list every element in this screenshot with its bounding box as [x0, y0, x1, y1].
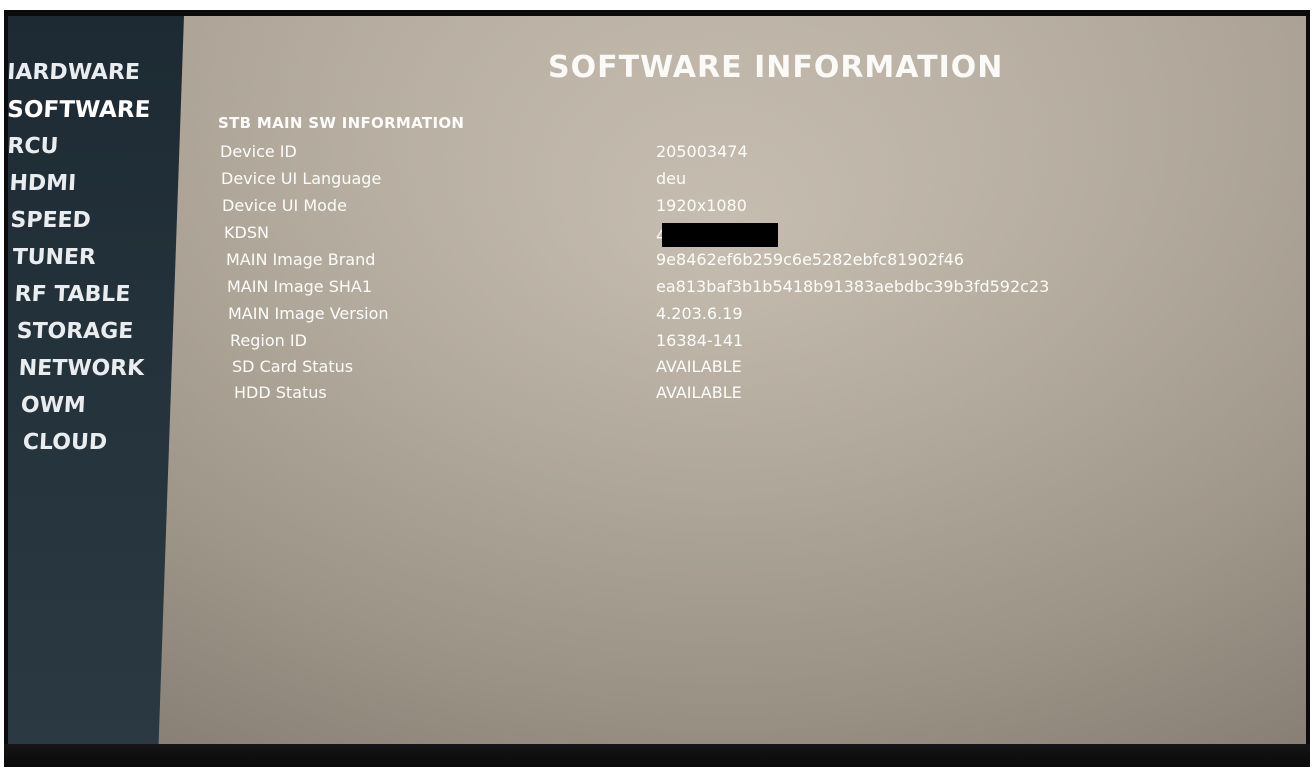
tv-bottom-bezel	[4, 744, 1310, 767]
tv-screen: IARDWARE SOFTWARE RCU HDMI SPEED TUNER R…	[8, 16, 1306, 744]
redaction-bar	[662, 223, 779, 247]
sidebar-item-hardware[interactable]: IARDWARE	[8, 58, 160, 95]
info-value: ea813baf3b1b5418b91383aebdbc39b3fd592c23	[656, 277, 1050, 296]
sidebar-item-storage[interactable]: STORAGE	[15, 317, 146, 354]
sidebar-item-cloud[interactable]: CLOUD	[22, 428, 141, 465]
sidebar-nav: IARDWARE SOFTWARE RCU HDMI SPEED TUNER R…	[8, 58, 160, 465]
info-label: SD Card Status	[232, 357, 354, 376]
info-value: deu	[656, 169, 687, 188]
info-label: Device UI Mode	[222, 196, 347, 215]
info-label: HDD Status	[234, 383, 327, 402]
info-label: Region ID	[230, 331, 307, 350]
sidebar-item-hdmi[interactable]: HDMI	[8, 169, 154, 206]
sidebar-item-network[interactable]: NETWORK	[18, 354, 145, 391]
info-value-kdsn: 4	[656, 223, 779, 247]
info-label: Device UI Language	[221, 169, 382, 188]
info-label: MAIN Image Brand	[226, 250, 376, 269]
info-value: AVAILABLE	[656, 357, 742, 376]
sidebar-item-owm[interactable]: OWM	[20, 391, 143, 428]
info-value: 9e8462ef6b259c6e5282ebfc81902f46	[656, 250, 964, 269]
info-value: 4.203.6.19	[656, 304, 743, 323]
section-title: STB MAIN SW INFORMATION	[218, 114, 465, 132]
photo-frame: IARDWARE SOFTWARE RCU HDMI SPEED TUNER R…	[0, 0, 1312, 771]
sidebar-item-rcu[interactable]: RCU	[8, 132, 157, 169]
info-value: 16384-141	[656, 331, 744, 350]
info-label: KDSN	[224, 223, 269, 242]
info-label: Device ID	[220, 142, 297, 161]
info-value: 205003474	[656, 142, 748, 161]
info-label: MAIN Image Version	[228, 304, 389, 323]
info-label: MAIN Image SHA1	[227, 277, 373, 296]
info-value: AVAILABLE	[656, 383, 742, 402]
sidebar-item-speed[interactable]: SPEED	[9, 206, 152, 243]
sidebar-item-rf-table[interactable]: RF TABLE	[13, 280, 148, 317]
sidebar-item-tuner[interactable]: TUNER	[11, 243, 150, 280]
info-value: 1920x1080	[656, 196, 747, 215]
page-title: SOFTWARE INFORMATION	[548, 50, 1004, 85]
sidebar-item-software[interactable]: SOFTWARE	[8, 95, 158, 132]
